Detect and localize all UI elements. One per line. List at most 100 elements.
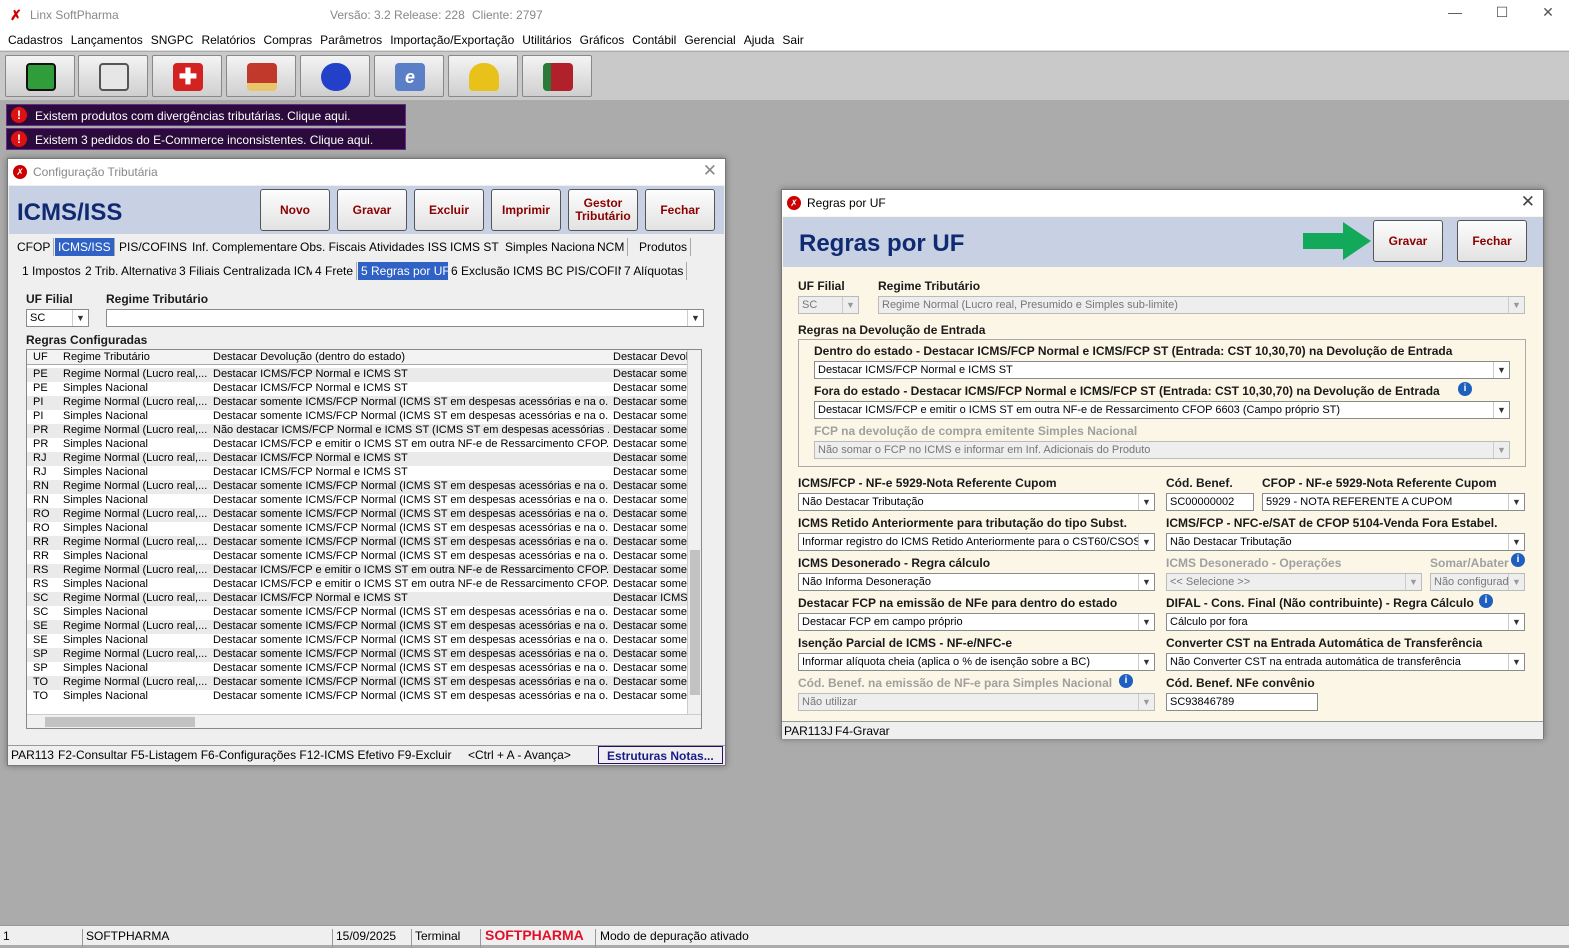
nfce-5104-select[interactable]: Não Destacar Tributação ▼ bbox=[1166, 533, 1525, 551]
imprimir-button[interactable]: Imprimir bbox=[491, 189, 561, 231]
table-row[interactable]: SC Regime Normal (Lucro real,... Destacar … bbox=[27, 592, 688, 606]
icmsfcp-5929-select[interactable]: Não Destacar Tributação ▼ bbox=[798, 493, 1155, 511]
toolbar-pharmacy-button[interactable]: ✚ bbox=[152, 55, 222, 97]
menu-relatorios[interactable]: Relatórios bbox=[197, 31, 259, 49]
fechar-button[interactable]: Fechar bbox=[645, 189, 715, 231]
tab-cfop[interactable]: CFOP bbox=[14, 238, 55, 256]
close-icon[interactable]: ✕ bbox=[703, 161, 717, 181]
horizontal-scrollbar[interactable] bbox=[27, 714, 701, 728]
table-row[interactable]: PI Simples Nacional Destacar somente ICMS/… bbox=[27, 410, 688, 424]
table-row[interactable]: RR Simples Nacional Destacar somente ICMS/… bbox=[27, 550, 688, 564]
vertical-scrollbar[interactable] bbox=[687, 350, 701, 715]
table-row[interactable]: PE Regime Normal (Lucro real,... Destacar … bbox=[27, 368, 688, 382]
toolbar-store-button[interactable] bbox=[226, 55, 296, 97]
desonerado-operacoes-select[interactable]: << Selecione >> ▼ bbox=[1166, 573, 1422, 591]
subtab-aliquotas[interactable]: 7 Alíquotas bbox=[621, 262, 688, 280]
difal-select[interactable]: Cálculo por fora ▼ bbox=[1166, 613, 1525, 631]
tab-pis-cofins[interactable]: PIS/COFINS bbox=[116, 238, 192, 256]
menu-parametros[interactable]: Parâmetros bbox=[316, 31, 386, 49]
subtab-impostos[interactable]: 1 Impostos bbox=[19, 262, 85, 280]
maximize-icon[interactable]: ☐ bbox=[1487, 4, 1517, 26]
table-row[interactable]: PR Regime Normal (Lucro real,... Não desta… bbox=[27, 424, 688, 438]
info-icon[interactable]: i bbox=[1479, 594, 1493, 608]
alert-divergencias[interactable]: ! Existem produtos com divergências trib… bbox=[6, 104, 406, 126]
cod-benef-input[interactable]: SC00000002 bbox=[1166, 493, 1254, 511]
tab-icms-iss[interactable]: ICMS/ISS bbox=[55, 238, 115, 256]
fechar-button[interactable]: Fechar bbox=[1457, 220, 1527, 262]
menu-lancamentos[interactable]: Lançamentos bbox=[67, 31, 147, 49]
subtab-frete[interactable]: 4 Frete bbox=[312, 262, 358, 280]
table-row[interactable]: RO Simples Nacional Destacar somente ICMS/… bbox=[27, 522, 688, 536]
col-dentro[interactable]: Destacar Devolução (dentro do estado) bbox=[213, 351, 405, 363]
info-icon[interactable]: i bbox=[1511, 553, 1525, 567]
uf-filial-select[interactable]: SC ▼ bbox=[798, 296, 859, 314]
fora-estado-select[interactable]: Destacar ICMS/FCP e emitir o ICMS ST em … bbox=[814, 401, 1510, 419]
tab-simples-nacional[interactable]: Simples Nacional bbox=[502, 238, 602, 256]
subtab-exclusao-icms[interactable]: 6 Exclusão ICMS BC PIS/COFINS bbox=[448, 262, 639, 280]
tab-inf-complementares[interactable]: Inf. Complementares bbox=[189, 238, 308, 256]
col-uf[interactable]: UF bbox=[33, 351, 48, 363]
gravar-button[interactable]: Gravar bbox=[337, 189, 407, 231]
table-row[interactable]: PE Simples Nacional Destacar ICMS/FCP Norm… bbox=[27, 382, 688, 396]
tab-ncm[interactable]: NCM bbox=[594, 238, 629, 256]
fcp-simples-select[interactable]: Não somar o FCP no ICMS e informar em In… bbox=[814, 441, 1510, 459]
icms-retido-select[interactable]: Informar registro do ICMS Retido Anterio… bbox=[798, 533, 1155, 551]
menu-graficos[interactable]: Gráficos bbox=[576, 31, 629, 49]
cod-benef-simples-select[interactable]: Não utilizar ▼ bbox=[798, 693, 1155, 711]
toolbar-helmet-button[interactable] bbox=[448, 55, 518, 97]
info-icon[interactable]: i bbox=[1119, 674, 1133, 688]
table-row[interactable]: RJ Regime Normal (Lucro real,... Destacar … bbox=[27, 452, 688, 466]
table-row[interactable]: SE Regime Normal (Lucro real,... Destacar … bbox=[27, 620, 688, 634]
tab-atividades-iss[interactable]: Atividades ISS bbox=[366, 238, 452, 256]
gestor-tributario-button[interactable]: Gestor Tributário bbox=[568, 189, 638, 231]
toolbar-nfe-button[interactable]: e bbox=[374, 55, 444, 97]
table-row[interactable]: TO Regime Normal (Lucro real,... Destacar … bbox=[27, 676, 688, 690]
info-icon[interactable]: i bbox=[1458, 382, 1472, 396]
table-row[interactable]: RS Simples Nacional Destacar ICMS/FCP e em… bbox=[27, 578, 688, 592]
excluir-button[interactable]: Excluir bbox=[414, 189, 484, 231]
table-row[interactable]: RS Regime Normal (Lucro real,... Destacar … bbox=[27, 564, 688, 578]
regime-select[interactable]: ▼ bbox=[106, 309, 704, 327]
tab-obs-fiscais[interactable]: Obs. Fiscais bbox=[297, 238, 371, 256]
toolbar-cashier-button[interactable] bbox=[5, 55, 75, 97]
table-row[interactable]: SE Simples Nacional Destacar somente ICMS/… bbox=[27, 634, 688, 648]
menu-ajuda[interactable]: Ajuda bbox=[740, 31, 779, 49]
isencao-parcial-select[interactable]: Informar alíquota cheia (aplica o % de i… bbox=[798, 653, 1155, 671]
converter-cst-select[interactable]: Não Converter CST na entrada automática … bbox=[1166, 653, 1525, 671]
subtab-trib-alternativa[interactable]: 2 Trib. Alternativa bbox=[82, 262, 182, 280]
menu-sair[interactable]: Sair bbox=[778, 31, 807, 49]
table-row[interactable]: SP Simples Nacional Destacar somente ICMS/… bbox=[27, 662, 688, 676]
somar-abater-select[interactable]: Não configurad ▼ bbox=[1430, 573, 1525, 591]
desonerado-select[interactable]: Não Informa Desoneração ▼ bbox=[798, 573, 1155, 591]
regime-select[interactable]: Regime Normal (Lucro real, Presumido e S… bbox=[878, 296, 1525, 314]
col-fora[interactable]: Destacar Devol bbox=[613, 351, 688, 363]
menu-utilitarios[interactable]: Utilitários bbox=[518, 31, 575, 49]
cod-benef-convenio-input[interactable]: SC93846789 bbox=[1166, 693, 1318, 711]
menu-gerencial[interactable]: Gerencial bbox=[680, 31, 739, 49]
novo-button[interactable]: Novo bbox=[260, 189, 330, 231]
fcp-nfe-select[interactable]: Destacar FCP em campo próprio ▼ bbox=[798, 613, 1155, 631]
alert-ecommerce[interactable]: ! Existem 3 pedidos do E-Commerce incons… bbox=[6, 128, 406, 150]
menu-sngpc[interactable]: SNGPC bbox=[147, 31, 198, 49]
table-row[interactable]: RJ Simples Nacional Destacar ICMS/FCP Norm… bbox=[27, 466, 688, 480]
menu-cadastros[interactable]: Cadastros bbox=[4, 31, 67, 49]
regras-table[interactable]: UF Regime Tributário Destacar Devolução … bbox=[26, 349, 702, 729]
subtab-regras-por-uf[interactable]: 5 Regras por UF bbox=[358, 262, 454, 280]
tab-icms-st[interactable]: ICMS ST bbox=[447, 238, 503, 256]
dentro-estado-select[interactable]: Destacar ICMS/FCP Normal e ICMS ST ▼ bbox=[814, 361, 1510, 379]
estruturas-notas-button[interactable]: Estruturas Notas... bbox=[598, 746, 723, 764]
table-row[interactable]: SP Regime Normal (Lucro real,... Destacar … bbox=[27, 648, 688, 662]
table-row[interactable]: RO Regime Normal (Lucro real,... Destacar … bbox=[27, 508, 688, 522]
minimize-icon[interactable]: — bbox=[1440, 4, 1470, 26]
table-row[interactable]: PR Simples Nacional Destacar ICMS/FCP e em… bbox=[27, 438, 688, 452]
table-row[interactable]: TO Simples Nacional Destacar somente ICMS/… bbox=[27, 690, 688, 704]
table-row[interactable]: PI Regime Normal (Lucro real,... Destacar … bbox=[27, 396, 688, 410]
cfop-5929-select[interactable]: 5929 - NOTA REFERENTE A CUPOM ▼ bbox=[1262, 493, 1525, 511]
toolbar-notes-button[interactable] bbox=[78, 55, 148, 97]
toolbar-books-button[interactable] bbox=[522, 55, 592, 97]
tab-produtos[interactable]: Produtos bbox=[636, 238, 692, 256]
subtab-filiais-centralizada[interactable]: 3 Filiais Centralizada ICMS bbox=[176, 262, 328, 280]
menu-contabil[interactable]: Contábil bbox=[628, 31, 680, 49]
uf-filial-select[interactable]: SC ▼ bbox=[26, 309, 89, 327]
menu-importacao[interactable]: Importação/Exportação bbox=[386, 31, 518, 49]
